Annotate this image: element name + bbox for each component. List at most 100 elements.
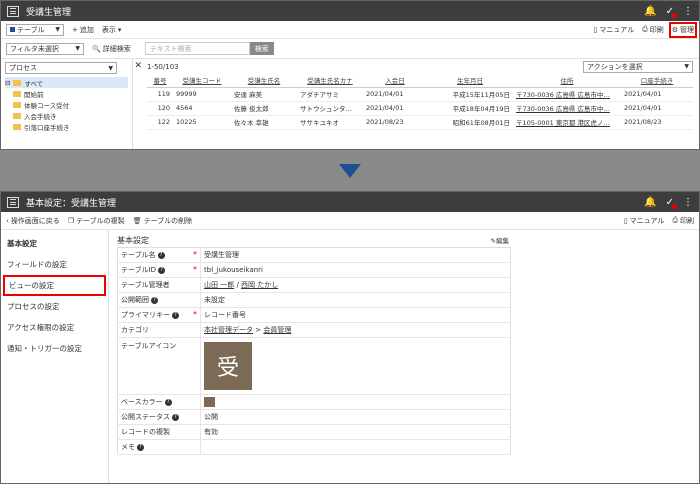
scope-value: 未設定: [200, 292, 511, 308]
cell: 佐々木 幸雄: [231, 115, 297, 130]
check-icon[interactable]: ✓: [666, 197, 677, 209]
action-select[interactable]: アクションを選択 ▼: [583, 60, 693, 73]
table-name-value: 受講生管理: [200, 247, 511, 263]
app-title: 受講生管理: [26, 7, 72, 18]
field-label: テーブルID: [121, 266, 157, 274]
folder-icon: [13, 123, 21, 130]
admin-label: 管理: [680, 25, 694, 34]
table-id-value: tbl_jukouseikanri: [200, 262, 511, 278]
column-header[interactable]: 生年月日: [427, 74, 513, 88]
bell-icon[interactable]: 🔔: [644, 6, 656, 17]
help-icon[interactable]: ?: [157, 251, 165, 259]
tree-label: 入会手続き: [24, 112, 57, 121]
search-input[interactable]: テキスト検索: [144, 42, 250, 55]
table-row[interactable]: 119 99999 安達 麻美 アダチアサミ 2021/04/01 平成15年1…: [147, 87, 693, 102]
admin-link[interactable]: 山田 一郎: [204, 281, 234, 289]
print-button[interactable]: ⎙ 印刷: [642, 25, 664, 35]
tree-item[interactable]: 体験コース受付: [5, 99, 128, 110]
action-select-value: アクションを選択: [587, 62, 643, 71]
search-button[interactable]: 検索: [249, 42, 274, 55]
field-row: テーブルID? * tbl_jukouseikanri: [117, 262, 511, 278]
column-header[interactable]: 受講生コード: [173, 74, 231, 88]
print-button[interactable]: ⎙ 印刷: [672, 216, 694, 226]
field-row: ベースカラー?: [117, 394, 511, 410]
nav-field-settings[interactable]: フィールドの設定: [1, 254, 108, 275]
column-header[interactable]: 受講生氏名カナ: [297, 74, 363, 88]
field-label: 公開ステータス: [121, 413, 170, 421]
cell: 10225: [173, 115, 231, 130]
field-label: カテゴリ: [121, 326, 149, 334]
detail-search-label: 詳細検索: [102, 44, 131, 53]
bell-icon[interactable]: 🔔: [644, 197, 656, 208]
menu-icon[interactable]: [7, 196, 19, 208]
manual-label: マニュアル: [629, 216, 665, 225]
printer-icon: ⎙: [642, 25, 648, 33]
nav-notification-settings[interactable]: 通知・トリガーの設定: [1, 338, 108, 359]
nav-view-settings[interactable]: ビューの設定: [3, 275, 106, 296]
column-header[interactable]: 受講生氏名: [231, 74, 297, 88]
manual-link[interactable]: ▯ マニュアル: [593, 25, 634, 35]
cell: 平成18年04月19日: [427, 101, 513, 116]
back-button[interactable]: ‹ 操作画面に戻る: [6, 216, 60, 226]
app-header: 基本設定：受講生管理 🔔 ✓ ⋮: [1, 192, 699, 212]
view-select-value: テーブル: [17, 25, 45, 34]
minus-icon: ⊟: [5, 78, 11, 87]
filter-select[interactable]: フィルタ未選択 ▼: [6, 42, 84, 55]
column-header[interactable]: 入会日: [363, 74, 427, 88]
settings-nav: 基本設定 フィールドの設定 ビューの設定 プロセスの設定 アクセス権限の設定 通…: [1, 230, 109, 483]
transition-arrow: [0, 150, 700, 191]
process-tree: プロセス ▼ ✕ ⊟ すべて 開始前 体験コース受付 入会手続き 引落口座手続き: [1, 59, 142, 149]
edit-button[interactable]: ✎編集: [491, 235, 509, 245]
check-icon[interactable]: ✓: [666, 6, 677, 18]
folder-icon: [13, 90, 21, 97]
nav-access-settings[interactable]: アクセス権限の設定: [1, 317, 108, 338]
more-icon[interactable]: ⋮: [683, 197, 693, 208]
column-header[interactable]: 口座手続き: [621, 74, 693, 88]
table-row[interactable]: 120 4564 佐藤 俊太郎 サトウシュンタ… 2021/04/01 平成18…: [147, 101, 693, 116]
cell: 120: [147, 101, 173, 116]
cell: 119: [147, 87, 173, 102]
delete-table-button[interactable]: 🗑 テーブルの削除: [133, 216, 192, 226]
display-button[interactable]: 表示 ▾: [102, 25, 122, 35]
help-icon[interactable]: ?: [164, 398, 172, 406]
memo-value: [200, 439, 511, 455]
more-icon[interactable]: ⋮: [683, 6, 693, 17]
table-screen: 受講生管理 🔔 ✓ ⋮ テーブル ▼ + 追加 表示 ▾ ▯ マニュアル ⎙ 印刷 ⚙ 管…: [0, 0, 700, 150]
help-icon[interactable]: ?: [172, 311, 179, 319]
address-link[interactable]: 〒730-0036 広島県 広島市中…: [513, 87, 621, 102]
cell: 昭和61年08月01日: [427, 115, 513, 130]
cell: 佐藤 俊太郎: [231, 101, 297, 116]
print-label: 印刷: [649, 25, 664, 34]
nav-process-settings[interactable]: プロセスの設定: [1, 296, 108, 317]
help-icon[interactable]: ?: [137, 443, 144, 451]
admin-button[interactable]: ⚙ 管理: [668, 21, 698, 38]
help-icon[interactable]: ?: [151, 296, 158, 304]
address-link[interactable]: 〒105-0001 東京都 港区虎ノ…: [513, 115, 621, 130]
help-icon[interactable]: ?: [172, 413, 179, 421]
column-header[interactable]: 番号: [147, 74, 173, 88]
detail-search-button[interactable]: 🔍 詳細検索: [92, 44, 131, 54]
tree-item[interactable]: 開始前: [5, 88, 128, 99]
base-color-swatch: [204, 397, 215, 407]
table-header-row: 番号 受講生コード 受講生氏名 受講生氏名カナ 入会日 生年月日 住所 口座手続…: [147, 74, 693, 88]
tree-item[interactable]: 入会手続き: [5, 110, 128, 121]
field-row: カテゴリ 本社管理データ > 会員管理: [117, 322, 511, 338]
category-link[interactable]: 本社管理データ: [204, 326, 253, 334]
category-link[interactable]: 会員管理: [263, 326, 291, 334]
column-header[interactable]: 住所: [513, 74, 621, 88]
view-select[interactable]: テーブル ▼: [6, 23, 64, 36]
add-button[interactable]: + 追加: [72, 25, 94, 35]
tree-item[interactable]: 引落口座手続き: [5, 121, 128, 132]
help-icon[interactable]: ?: [158, 266, 166, 274]
menu-icon[interactable]: [7, 5, 19, 17]
close-icon[interactable]: ✕: [134, 61, 142, 71]
tree-item-all[interactable]: ⊟ すべて: [5, 77, 128, 88]
nav-basic-settings[interactable]: 基本設定: [1, 233, 108, 254]
admin-link[interactable]: 西岡 たかし: [241, 281, 278, 289]
address-link[interactable]: 〒730-0036 広島県 広島市中…: [513, 101, 621, 116]
settings-table: テーブル名? * 受講生管理 テーブルID? * tbl_jukouseikanri…: [117, 247, 511, 455]
manual-link[interactable]: ▯ マニュアル: [624, 216, 665, 226]
process-select[interactable]: プロセス ▼: [5, 62, 117, 74]
table-row[interactable]: 122 10225 佐々木 幸雄 ササキユキオ 2021/08/23 昭和61年…: [147, 115, 693, 130]
copy-table-button[interactable]: ❐ テーブルの複製: [68, 216, 125, 226]
